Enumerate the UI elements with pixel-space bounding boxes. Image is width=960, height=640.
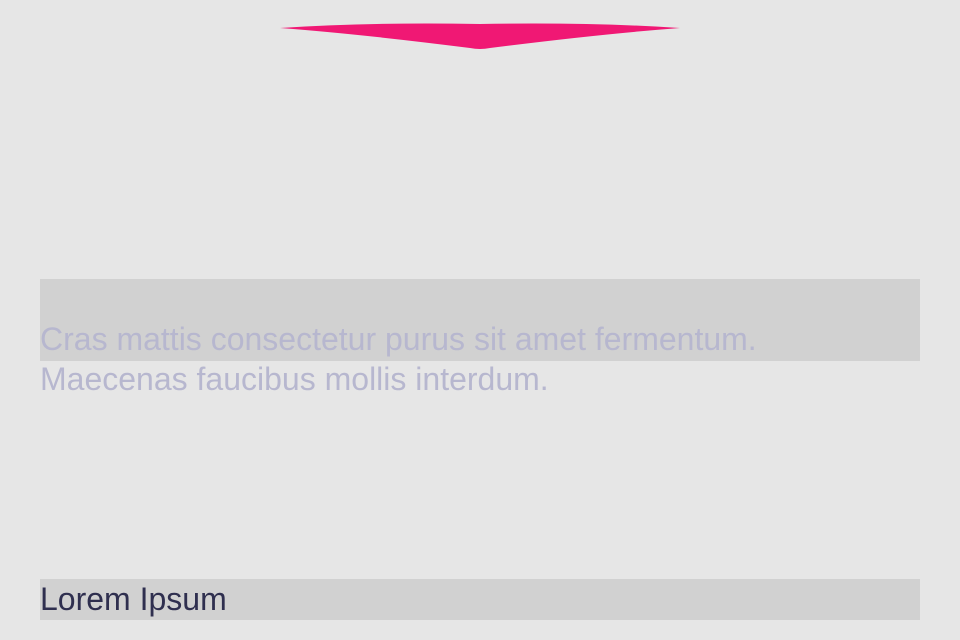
description-block: Cras mattis consectetur purus sit amet f… [40, 279, 920, 397]
description-line-1: Cras mattis consectetur purus sit amet f… [40, 321, 757, 357]
title-text: Lorem Ipsum [40, 581, 227, 617]
chevron-down-icon[interactable] [280, 18, 680, 52]
description-text: Cras mattis consectetur purus sit amet f… [40, 279, 920, 399]
description-line-2: Maecenas faucibus mollis interdum. [40, 361, 549, 397]
title-block: Lorem Ipsum [40, 579, 920, 620]
